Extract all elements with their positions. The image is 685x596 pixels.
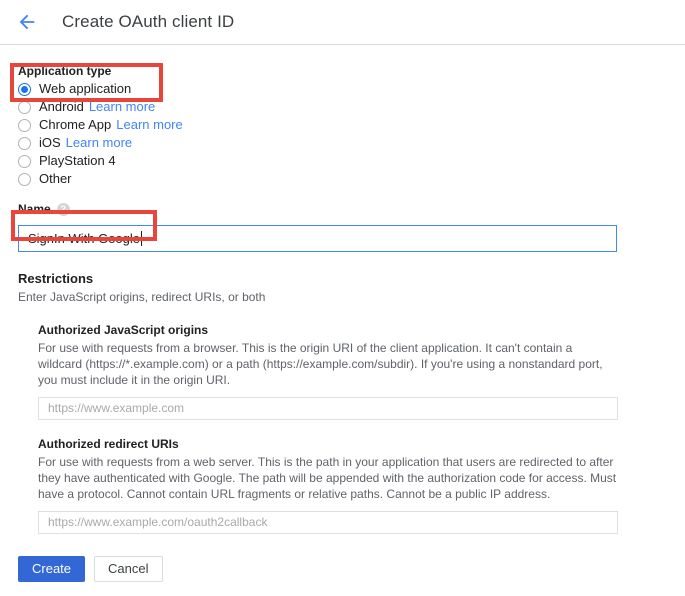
- radio-indicator[interactable]: [18, 82, 31, 96]
- radio-label: Web application: [39, 81, 132, 96]
- radio-option-other[interactable]: Other: [18, 171, 685, 187]
- learn-more-link-ios[interactable]: Learn more: [66, 135, 132, 151]
- radio-option-chrome-app[interactable]: Chrome App Learn more: [18, 117, 685, 133]
- name-input[interactable]: SignIn With Google: [18, 225, 617, 252]
- radio-option-playstation-4[interactable]: PlayStation 4: [18, 153, 685, 169]
- page-content: Application type Web application Android…: [0, 63, 685, 596]
- redirect-uris-title: Authorized redirect URIs: [38, 437, 179, 451]
- redirect-uris-input[interactable]: https://www.example.com/oauth2callback: [38, 511, 618, 534]
- create-button[interactable]: Create: [18, 556, 86, 582]
- name-label: Name: [18, 202, 51, 216]
- javascript-origins-description: For use with requests from a browser. Th…: [38, 341, 603, 387]
- name-label-row: Name ?: [18, 201, 685, 217]
- radio-indicator[interactable]: [18, 100, 31, 114]
- radio-label: Other: [39, 171, 72, 186]
- back-arrow-icon[interactable]: [14, 9, 40, 35]
- radio-option-android[interactable]: Android Learn more: [18, 99, 685, 115]
- javascript-origins-subsection: Authorized JavaScript origins For use wi…: [38, 322, 685, 420]
- radio-indicator[interactable]: [18, 172, 31, 186]
- radio-label: Chrome App: [39, 117, 112, 132]
- redirect-uris-subsection: Authorized redirect URIs For use with re…: [38, 436, 685, 534]
- action-button-row: Create Cancel: [18, 556, 685, 596]
- text-caret: [141, 231, 143, 246]
- radio-indicator[interactable]: [18, 118, 31, 132]
- radio-option-web-application[interactable]: Web application: [18, 81, 685, 97]
- radio-label: Android: [39, 99, 84, 114]
- name-input-value: SignIn With Google: [28, 231, 141, 246]
- javascript-origins-input[interactable]: https://www.example.com: [38, 397, 618, 420]
- redirect-uris-placeholder: https://www.example.com/oauth2callback: [48, 515, 268, 529]
- restrictions-subtitle: Enter JavaScript origins, redirect URIs,…: [18, 290, 266, 304]
- help-circle-icon[interactable]: ?: [56, 202, 70, 216]
- name-section: Name ? SignIn With Google: [18, 201, 685, 252]
- page-header: Create OAuth client ID: [0, 0, 685, 45]
- radio-option-ios[interactable]: iOS Learn more: [18, 135, 685, 151]
- restrictions-section: Restrictions Enter JavaScript origins, r…: [18, 270, 685, 534]
- javascript-origins-title: Authorized JavaScript origins: [38, 323, 209, 337]
- javascript-origins-placeholder: https://www.example.com: [48, 401, 185, 415]
- learn-more-link-chrome-app[interactable]: Learn more: [116, 117, 182, 133]
- application-type-radio-group[interactable]: Web application Android Learn more Chrom…: [18, 81, 685, 187]
- learn-more-link-android[interactable]: Learn more: [89, 99, 155, 115]
- redirect-uris-description: For use with requests from a web server.…: [38, 455, 617, 501]
- radio-label: iOS: [39, 135, 61, 150]
- application-type-label: Application type: [18, 64, 112, 78]
- restrictions-title: Restrictions: [18, 271, 94, 286]
- radio-indicator[interactable]: [18, 154, 31, 168]
- cancel-button[interactable]: Cancel: [94, 556, 163, 582]
- radio-indicator[interactable]: [18, 136, 31, 150]
- page-title: Create OAuth client ID: [62, 12, 235, 31]
- radio-label: PlayStation 4: [39, 153, 116, 168]
- application-type-section: Application type Web application Android…: [18, 63, 685, 187]
